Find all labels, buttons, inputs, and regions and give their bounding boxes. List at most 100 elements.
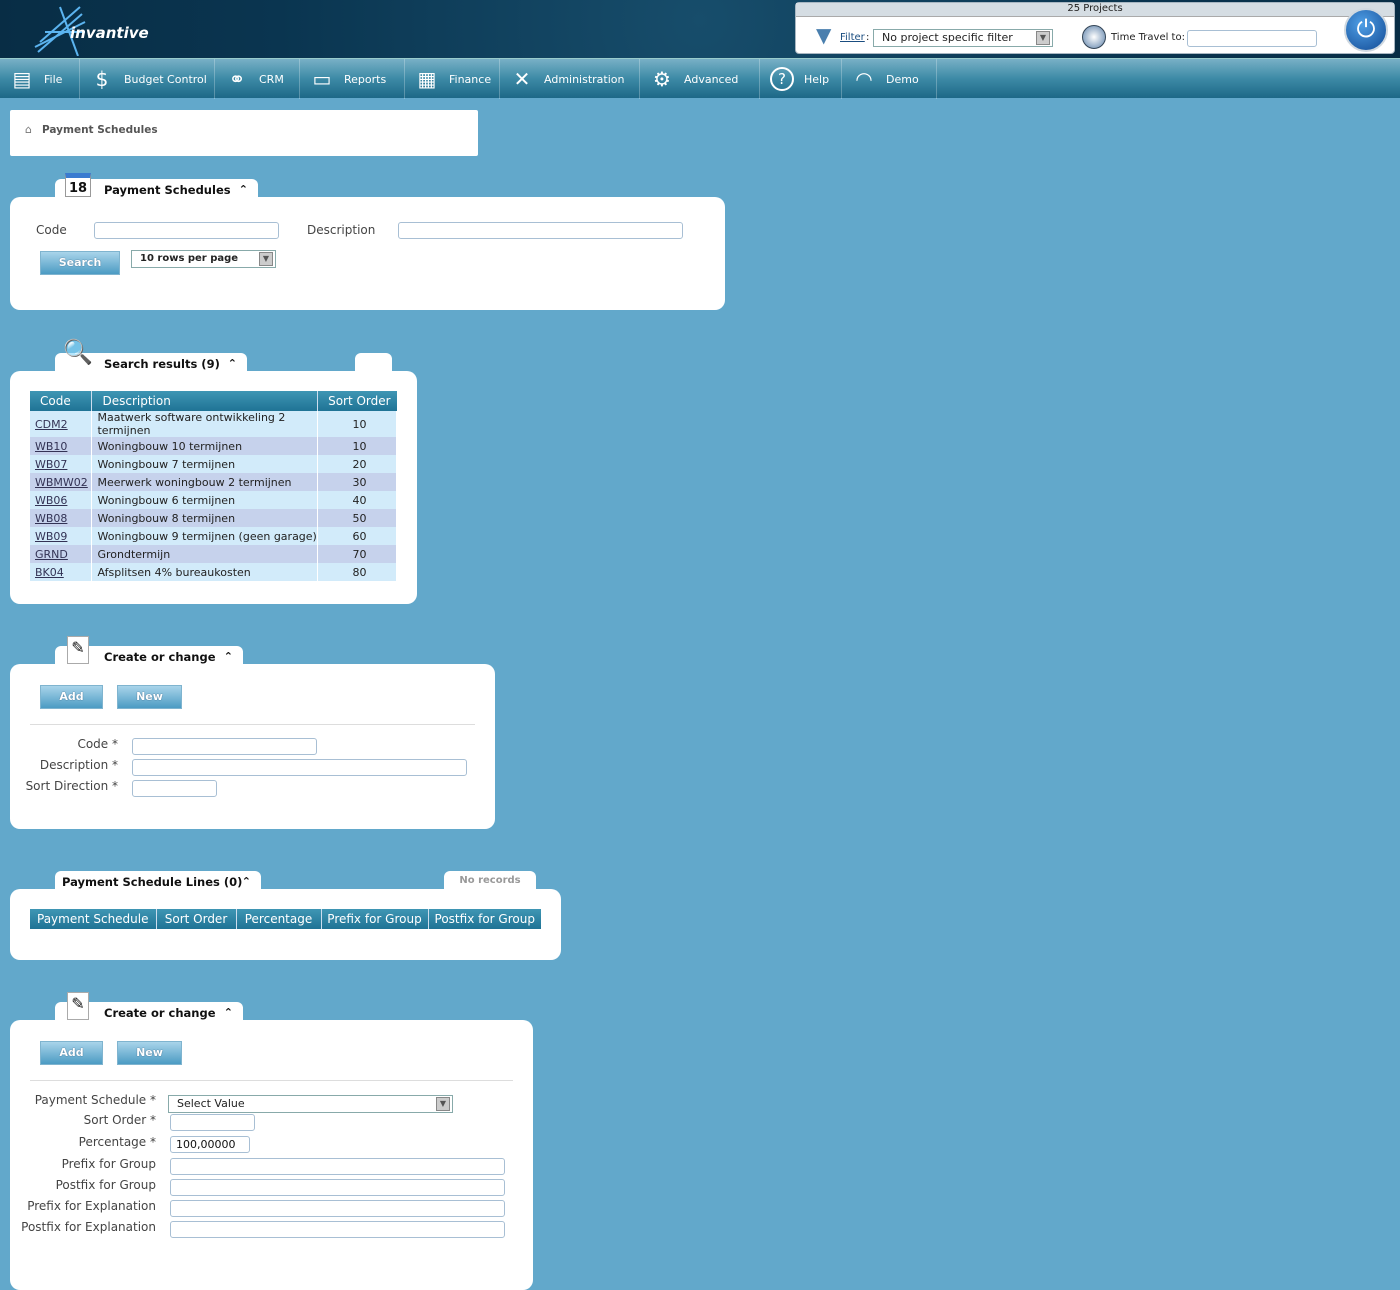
table-row: WB10 Woningbouw 10 termijnen 10 [30,437,397,455]
invantive-logo[interactable]: invantive [30,2,150,56]
menu-advanced[interactable]: ⚙ Advanced [640,59,760,99]
prefix-for-explanation-input[interactable] [170,1200,505,1217]
gears-icon: ⚙ [653,67,671,91]
column-header[interactable]: Code [30,391,93,411]
description-input[interactable] [132,759,467,776]
sort-order-cell: 70 [317,545,397,563]
menu-crm[interactable]: ⚭ CRM [215,59,300,99]
column-header[interactable]: Postfix for Group [428,909,541,929]
lines-tab: Payment Schedule Lines (0) ⌃ [55,871,261,891]
payment-schedule-select[interactable]: Select Value ▼ [168,1095,453,1113]
description-cell: Woningbouw 7 termijnen [91,455,319,473]
header-banner: invantive 25 Projects ▼ Filter : No proj… [0,0,1400,58]
column-header[interactable]: Sort Order [156,909,237,929]
new-button[interactable]: New [117,685,182,709]
description-cell: Afsplitsen 4% bureaukosten [91,563,319,581]
search-button[interactable]: Search [40,251,120,275]
menu-label: CRM [259,72,284,86]
code-label: Code * [77,737,118,751]
table-row: BK04 Afsplitsen 4% bureaukosten 80 [30,563,397,581]
table-row: WB08 Woningbouw 8 termijnen 50 [30,509,397,527]
table-row: WB06 Woningbouw 6 termijnen 40 [30,491,397,509]
menu-administration[interactable]: ✕ Administration [500,59,640,99]
sort-order-cell: 20 [317,455,397,473]
filter-link[interactable]: Filter [840,32,865,43]
menu-budget-control[interactable]: $ Budget Control [80,59,215,99]
menu-label: Administration [544,72,625,86]
code-link[interactable]: CDM2 [35,418,68,431]
code-search-input[interactable] [94,222,279,239]
add-line-button[interactable]: Add [40,1041,103,1065]
menu-label: Advanced [684,72,739,86]
code-link[interactable]: GRND [35,548,68,561]
sort-order-cell: 30 [317,473,397,491]
code-link[interactable]: WB10 [35,440,67,453]
project-filter-select[interactable]: No project specific filter ▼ [873,29,1053,47]
description-cell: Woningbouw 8 termijnen [91,509,319,527]
sort-direction-label: Sort Direction * [25,779,118,793]
code-cell[interactable]: GRND [30,545,93,563]
menu-file[interactable]: ▤ File [0,59,80,99]
cabinet-icon: ▤ [12,67,32,91]
power-icon[interactable]: ⏻ [1344,8,1388,52]
table-row: CDM2 Maatwerk software ontwikkeling 2 ter… [30,411,397,437]
code-cell[interactable]: BK04 [30,563,93,581]
no-records-tab: No records [444,871,536,891]
sort-order-cell: 80 [317,563,397,581]
demo-icon: ◠ [855,67,873,91]
time-travel-icon [1082,25,1106,49]
description-cell: Meerwerk woningbouw 2 termijnen [91,473,319,491]
code-cell[interactable]: WB07 [30,455,93,473]
column-header[interactable]: Sort Order [317,391,397,411]
code-cell[interactable]: WB10 [30,437,93,455]
code-cell[interactable]: WB06 [30,491,93,509]
chevron-down-icon: ▼ [1036,31,1050,45]
sort-order-cell: 60 [317,527,397,545]
postfix-for-explanation-input[interactable] [170,1221,505,1238]
home-icon[interactable]: ⌂ [25,123,32,136]
sort-direction-input[interactable] [132,780,217,797]
breadcrumb: ⌂ Payment Schedules [10,110,478,156]
code-cell[interactable]: WB08 [30,509,93,527]
percentage-input[interactable]: 100,00000 [170,1136,250,1153]
menu-label: File [44,72,63,86]
menu-help[interactable]: ? Help [760,59,842,99]
menu-demo[interactable]: ◠ Demo [842,59,937,99]
project-filter-box: 25 Projects ▼ Filter : No project specif… [795,2,1395,54]
code-link[interactable]: WB06 [35,494,67,507]
code-link[interactable]: WBMW02 [35,476,88,489]
divider [30,724,475,725]
table-row: GRND Grondtermijn 70 [30,545,397,563]
column-header[interactable]: Description [91,391,319,411]
menu-finance[interactable]: ▦ Finance [405,59,500,99]
create-panel: Add New Code * Description * Sort Direct… [10,664,495,829]
pen-paper-icon: ✎ [67,992,89,1020]
filter-colon: : [866,32,870,43]
description-cell: Maatwerk software ontwikkeling 2 termijn… [91,411,319,437]
column-header[interactable]: Payment Schedule [30,909,157,929]
add-button[interactable]: Add [40,685,103,709]
new-line-button[interactable]: New [117,1041,182,1065]
menu-reports[interactable]: ▭ Reports [300,59,405,99]
description-search-input[interactable] [398,222,683,239]
code-link[interactable]: BK04 [35,566,64,579]
postfix-for-group-label: Postfix for Group [55,1178,156,1192]
sort-order-input[interactable] [170,1114,255,1131]
prefix-for-group-label: Prefix for Group [61,1157,156,1171]
code-cell[interactable]: WB09 [30,527,93,545]
prefix-for-group-input[interactable] [170,1158,505,1175]
code-input[interactable] [132,738,317,755]
code-link[interactable]: WB09 [35,530,67,543]
payment-schedule-label: Payment Schedule * [34,1093,156,1107]
time-travel-input[interactable] [1187,30,1317,47]
code-link[interactable]: WB07 [35,458,67,471]
menu-label: Reports [344,72,387,86]
calendar-icon: 18 [65,173,91,197]
rows-per-page-select[interactable]: 10 rows per page ▼ [131,250,276,268]
column-header[interactable]: Prefix for Group [321,909,429,929]
code-link[interactable]: WB08 [35,512,67,525]
code-cell[interactable]: WBMW02 [30,473,93,491]
code-cell[interactable]: CDM2 [30,411,93,437]
column-header[interactable]: Percentage [236,909,322,929]
postfix-for-group-input[interactable] [170,1179,505,1196]
